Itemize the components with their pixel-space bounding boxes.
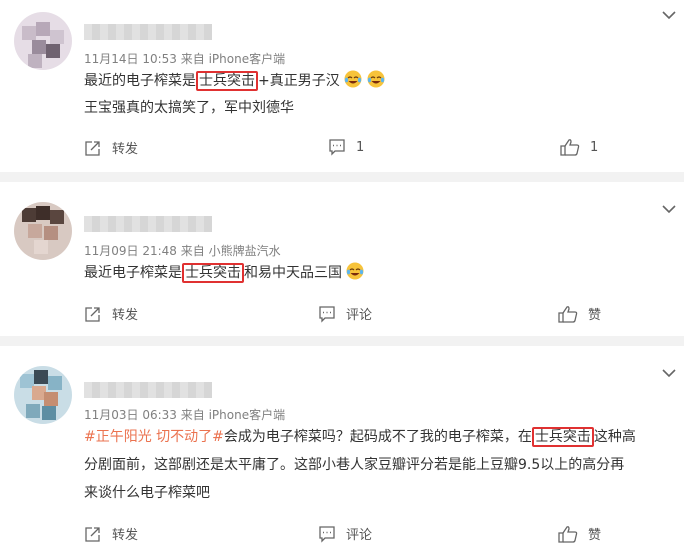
post-text-line-1: 最近电子榨菜是 士兵突击 和易中天品三国 bbox=[84, 260, 364, 286]
comment-count: 1 bbox=[356, 139, 365, 155]
post-text-line-1: 最近的电子榨菜是 士兵突击 +真正男子汉 bbox=[84, 68, 385, 94]
chevron-down-icon[interactable] bbox=[662, 368, 676, 378]
comment-button[interactable]: 评论 bbox=[318, 524, 372, 543]
username-blurred[interactable] bbox=[84, 382, 212, 398]
laughing-tears-emoji-icon bbox=[346, 262, 364, 280]
post-text-line-2: 分剧面前，这部剧还是太平庸了。这部小巷人家豆瓣评分若是能上豆瓣9.5以上的高分再 bbox=[84, 457, 625, 473]
repost-label: 转发 bbox=[112, 142, 139, 157]
repost-label: 转发 bbox=[112, 528, 139, 543]
like-button[interactable]: 1 bbox=[560, 138, 598, 156]
laughing-tears-emoji-icon bbox=[367, 70, 385, 88]
like-count: 1 bbox=[590, 139, 599, 155]
repost-icon bbox=[85, 140, 100, 156]
comment-icon bbox=[319, 525, 335, 543]
comment-label: 评论 bbox=[346, 308, 373, 323]
post-text-line-1: #正午阳光 切不动了#会成为电子榨菜吗？起码成不了我的电子榨菜，在 士兵突击 这种高 bbox=[84, 424, 636, 450]
post-text-line-3: 来谈什么电子榨菜吧 bbox=[84, 485, 210, 501]
topic-hashtag-link[interactable]: #正午阳光 切不动了# bbox=[84, 429, 224, 445]
highlight-box: 士兵突击 bbox=[182, 263, 244, 283]
chevron-down-icon[interactable] bbox=[662, 204, 676, 214]
comment-button[interactable]: 评论 bbox=[318, 304, 372, 323]
thumbs-up-icon bbox=[560, 139, 580, 156]
thumbs-up-icon bbox=[558, 305, 578, 323]
comment-label: 评论 bbox=[346, 528, 373, 543]
username-blurred[interactable] bbox=[84, 24, 212, 40]
chevron-down-icon[interactable] bbox=[662, 10, 676, 20]
comment-post-2: 11月09日 21:48 来自 小熊牌盐汽水 最近电子榨菜是 士兵突击 和易中天品三… bbox=[0, 182, 684, 336]
comment-post-3: 11月03日 06:33 来自 iPhone客户端 #正午阳光 切不动了#会成为… bbox=[0, 346, 684, 554]
repost-button[interactable]: 转发 bbox=[84, 138, 138, 157]
username-blurred[interactable] bbox=[84, 216, 212, 232]
avatar[interactable] bbox=[14, 366, 72, 424]
text-segment: +真正男子汉 bbox=[258, 73, 340, 89]
comment-icon bbox=[329, 139, 345, 156]
text-segment: 最近电子榨菜是 bbox=[84, 265, 182, 281]
divider bbox=[0, 336, 684, 346]
highlight-box: 士兵突击 bbox=[531, 427, 594, 447]
post-meta: 11月09日 21:48 来自 小熊牌盐汽水 bbox=[84, 244, 281, 258]
highlight-box: 士兵突击 bbox=[196, 71, 258, 91]
like-button[interactable]: 赞 bbox=[558, 524, 601, 543]
text-segment: 最近的电子榨菜是 bbox=[84, 73, 196, 89]
repost-icon bbox=[85, 306, 100, 322]
text-segment: 和易中天品三国 bbox=[244, 265, 342, 281]
avatar[interactable] bbox=[14, 202, 72, 260]
repost-icon bbox=[85, 526, 100, 542]
repost-button[interactable]: 转发 bbox=[84, 304, 138, 323]
divider bbox=[0, 172, 684, 182]
comment-icon bbox=[319, 305, 335, 323]
post-meta: 11月14日 10:53 来自 iPhone客户端 bbox=[84, 52, 286, 66]
repost-button[interactable]: 转发 bbox=[84, 524, 138, 543]
like-label: 赞 bbox=[588, 528, 602, 543]
like-label: 赞 bbox=[588, 308, 602, 323]
thumbs-up-icon bbox=[558, 525, 578, 543]
like-button[interactable]: 赞 bbox=[558, 304, 601, 323]
text-segment: 这种高 bbox=[593, 429, 636, 445]
post-meta: 11月03日 06:33 来自 iPhone客户端 bbox=[84, 408, 286, 422]
repost-label: 转发 bbox=[112, 308, 139, 323]
text-segment: 会成为电子榨菜吗？起码成不了我的电子榨菜，在 bbox=[223, 429, 532, 445]
comment-button[interactable]: 1 bbox=[328, 138, 364, 156]
comment-post-1: 11月14日 10:53 来自 iPhone客户端 最近的电子榨菜是 士兵突击 +真… bbox=[0, 0, 684, 172]
avatar[interactable] bbox=[14, 12, 72, 70]
post-text-line-2: 王宝强真的太搞笑了，军中刘德华 bbox=[84, 100, 294, 116]
laughing-tears-emoji-icon bbox=[344, 70, 362, 88]
